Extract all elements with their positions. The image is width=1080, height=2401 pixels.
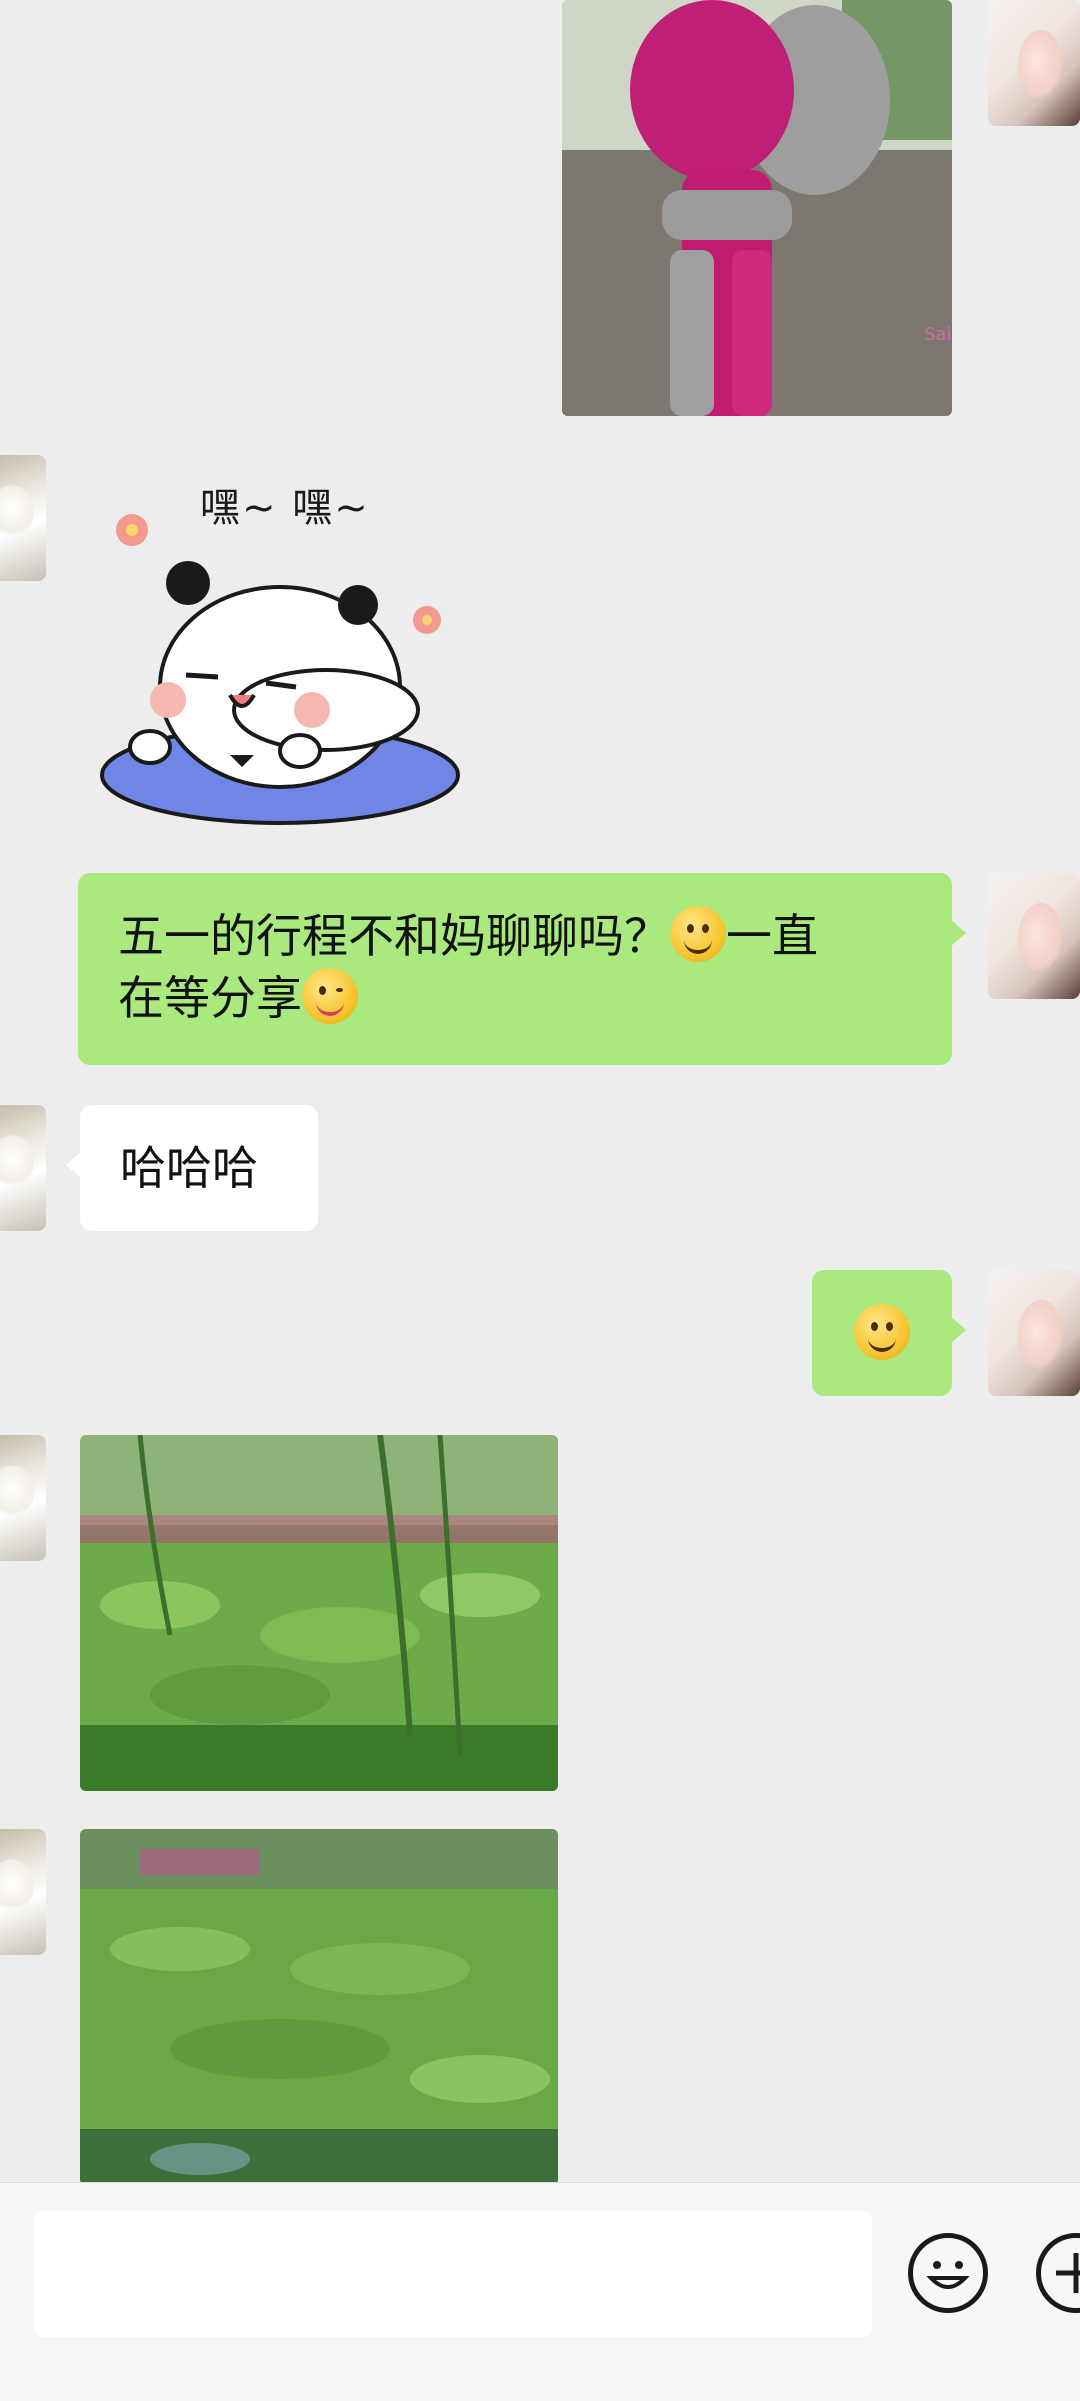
message-row xyxy=(0,1435,1080,1795)
outgoing-message-bubble[interactable]: 五一的行程不和妈聊聊吗？ 一直 在等分享 xyxy=(78,873,966,1065)
message-text-continued: 一直 xyxy=(726,909,818,963)
message-row xyxy=(0,1829,1080,2182)
lotus-leaves-image[interactable] xyxy=(80,1829,558,2182)
message-row: 嘿~ 嘿~ xyxy=(0,455,1080,835)
contact-avatar[interactable] xyxy=(0,1829,46,1955)
sticker-text: 嘿~ 嘿~ xyxy=(200,485,370,531)
chat-message-list[interactable]: Sai 嘿~ 嘿~ 五一的行程不和妈聊聊吗？ 一直 在等分享 哈哈哈 xyxy=(0,0,1080,2182)
plus-circle-icon[interactable] xyxy=(1036,2233,1080,2313)
contact-avatar[interactable] xyxy=(0,455,46,581)
self-avatar[interactable] xyxy=(988,0,1080,126)
winking-tongue-emoji-icon xyxy=(302,968,358,1024)
contact-avatar[interactable] xyxy=(0,1435,46,1561)
crochet-dolls-image[interactable]: Sai xyxy=(562,0,952,416)
message-text: 五一的行程不和妈聊聊吗？ xyxy=(118,909,670,963)
incoming-message-bubble[interactable]: 哈哈哈 xyxy=(66,1105,318,1231)
message-text: 哈哈哈 xyxy=(120,1141,258,1195)
message-row: 五一的行程不和妈聊聊吗？ 一直 在等分享 xyxy=(0,873,1080,1073)
message-row: 哈哈哈 xyxy=(0,1105,1080,1235)
message-text-line2: 在等分享 xyxy=(118,971,302,1025)
grinning-emoji-icon xyxy=(670,906,726,962)
message-row: Sai xyxy=(0,0,1080,420)
self-avatar[interactable] xyxy=(988,873,1080,999)
panda-sticker[interactable]: 嘿~ 嘿~ xyxy=(90,455,470,835)
lotus-pond-image[interactable] xyxy=(80,1435,558,1791)
contact-avatar[interactable] xyxy=(0,1105,46,1231)
self-avatar[interactable] xyxy=(988,1270,1080,1396)
message-row xyxy=(0,1270,1080,1400)
smiley-face-icon[interactable] xyxy=(908,2233,988,2313)
watermark-text: Sai xyxy=(924,324,951,345)
smiling-emoji-icon xyxy=(854,1304,910,1360)
message-input-bar xyxy=(0,2182,1080,2401)
outgoing-emoji-bubble[interactable] xyxy=(812,1270,966,1396)
message-input-field[interactable] xyxy=(34,2211,872,2337)
